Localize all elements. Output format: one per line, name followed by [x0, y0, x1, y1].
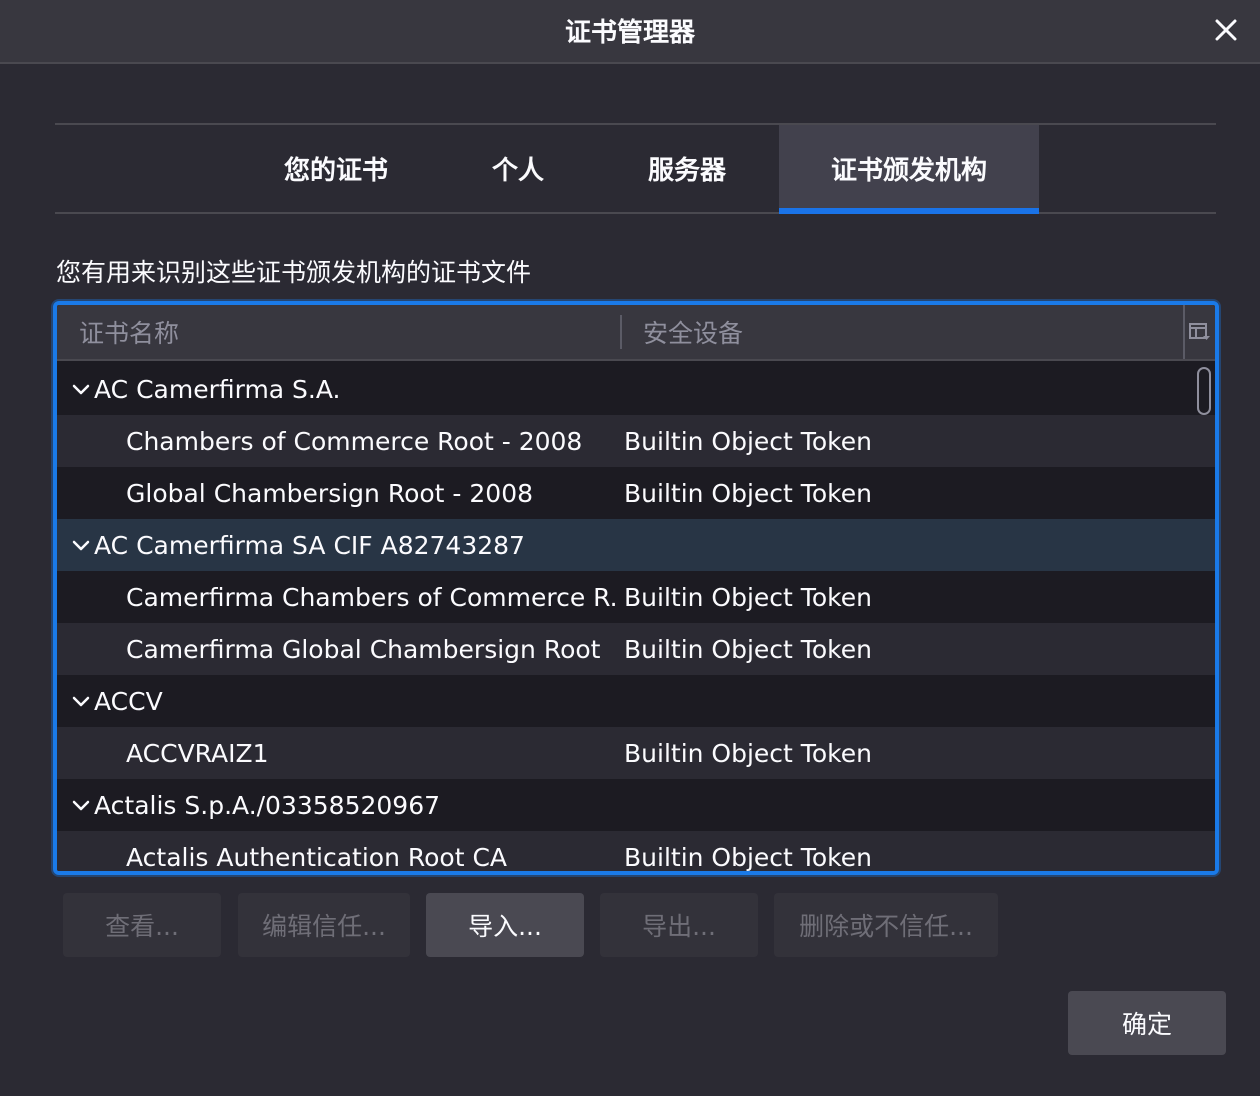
column-header-cert-name[interactable]: 证书名称	[79, 305, 619, 359]
close-icon	[1215, 19, 1237, 41]
security-device: Builtin Object Token	[624, 634, 872, 664]
security-device: Builtin Object Token	[624, 478, 872, 508]
import-button[interactable]: 导入...	[426, 893, 584, 957]
group-name: ACCV	[94, 686, 163, 716]
chevron-down-icon[interactable]	[69, 377, 93, 401]
ok-button[interactable]: 确定	[1068, 991, 1226, 1055]
dialog-title: 证书管理器	[564, 18, 695, 48]
group-name: AC Camerfirma S.A.	[94, 374, 341, 404]
tab-servers[interactable]: 服务器	[615, 125, 759, 212]
tab-people[interactable]: 个人	[445, 125, 591, 212]
edit-trust-button[interactable]: 编辑信任...	[238, 893, 410, 957]
chevron-down-icon[interactable]	[69, 533, 93, 557]
cert-name: ACCVRAIZ1	[126, 738, 269, 768]
view-button[interactable]: 查看...	[63, 893, 221, 957]
group-name: AC Camerfirma SA CIF A82743287	[94, 530, 525, 560]
tree-cert-row[interactable]: Camerfirma Global Chambersign Root Built…	[57, 623, 1215, 675]
certificate-tree[interactable]: 证书名称 安全设备 AC Camerfirma S.A. Chambers of…	[53, 301, 1219, 875]
column-picker-icon	[1189, 323, 1210, 340]
certificate-manager-dialog: 证书管理器 您的证书 个人 服务器 证书颁发机构 您有用来识别这些证书颁发机构的…	[0, 0, 1260, 1096]
tab-description: 您有用来识别这些证书颁发机构的证书文件	[56, 258, 532, 287]
tree-group-row[interactable]: AC Camerfirma S.A.	[57, 363, 1215, 415]
tab-your-certificates[interactable]: 您的证书	[255, 125, 417, 212]
security-device: Builtin Object Token	[624, 738, 872, 768]
scrollbar-thumb[interactable]	[1197, 367, 1211, 415]
security-device: Builtin Object Token	[624, 582, 872, 612]
security-device: Builtin Object Token	[624, 426, 872, 456]
column-splitter[interactable]	[620, 315, 622, 349]
tree-cert-row[interactable]: Actalis Authentication Root CA Builtin O…	[57, 831, 1215, 872]
cert-name: Actalis Authentication Root CA	[126, 842, 508, 872]
tree-group-row[interactable]: Actalis S.p.A./03358520967	[57, 779, 1215, 831]
cert-name: Camerfirma Chambers of Commerce R...	[126, 582, 616, 612]
tree-group-row[interactable]: AC Camerfirma SA CIF A82743287	[57, 519, 1215, 571]
tree-cert-row[interactable]: Global Chambersign Root - 2008 Builtin O…	[57, 467, 1215, 519]
tab-authorities[interactable]: 证书颁发机构	[779, 125, 1039, 214]
tree-rows: AC Camerfirma S.A. Chambers of Commerce …	[57, 363, 1215, 872]
tab-bar: 您的证书 个人 服务器 证书颁发机构	[55, 123, 1216, 214]
cert-name: Chambers of Commerce Root - 2008	[126, 426, 583, 456]
chevron-down-icon[interactable]	[69, 793, 93, 817]
delete-or-distrust-button[interactable]: 删除或不信任...	[774, 893, 998, 957]
cert-name: Camerfirma Global Chambersign Root	[126, 634, 601, 664]
column-picker-button[interactable]	[1183, 305, 1215, 359]
chevron-down-icon[interactable]	[69, 689, 93, 713]
column-header-security-device[interactable]: 安全设备	[643, 305, 1183, 359]
tree-group-row[interactable]: ACCV	[57, 675, 1215, 727]
security-device: Builtin Object Token	[624, 842, 872, 872]
tree-header: 证书名称 安全设备	[57, 305, 1215, 361]
title-bar: 证书管理器	[0, 0, 1260, 64]
close-button[interactable]	[1206, 10, 1246, 50]
export-button[interactable]: 导出...	[600, 893, 758, 957]
group-name: Actalis S.p.A./03358520967	[94, 790, 441, 820]
cert-name: Global Chambersign Root - 2008	[126, 478, 534, 508]
tree-cert-row[interactable]: Chambers of Commerce Root - 2008 Builtin…	[57, 415, 1215, 467]
tree-cert-row[interactable]: ACCVRAIZ1 Builtin Object Token	[57, 727, 1215, 779]
tree-cert-row[interactable]: Camerfirma Chambers of Commerce R... Bui…	[57, 571, 1215, 623]
